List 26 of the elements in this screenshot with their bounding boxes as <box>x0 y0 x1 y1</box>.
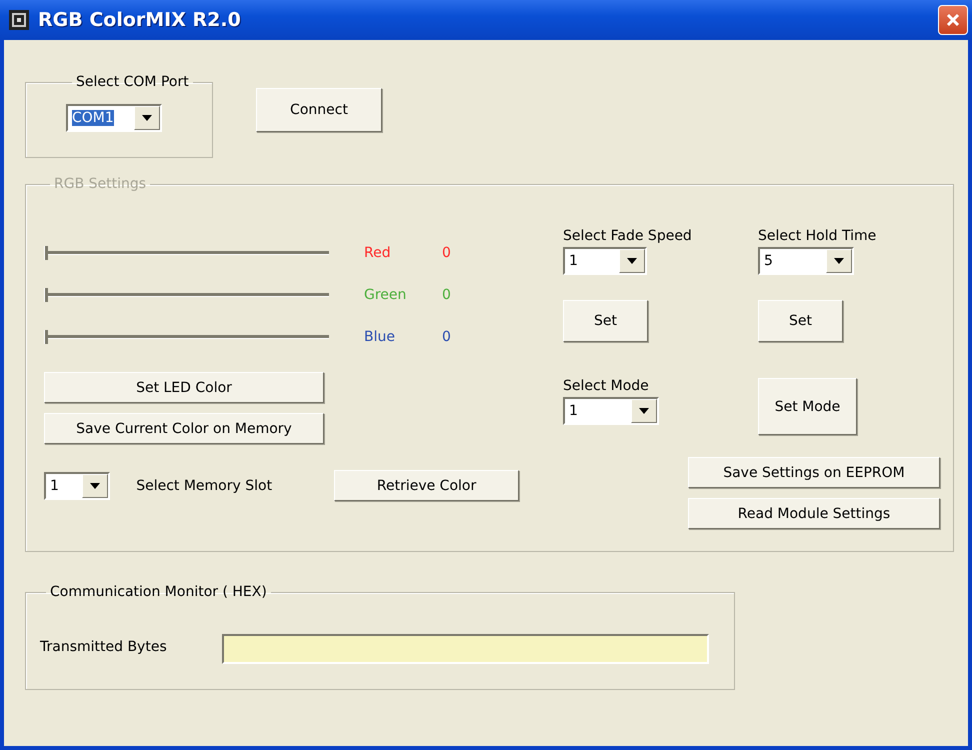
dropdown-arrow-icon <box>90 482 100 488</box>
close-button[interactable] <box>938 5 968 35</box>
field-label: Select Hold Time <box>758 228 876 244</box>
app-icon <box>8 9 30 31</box>
field-label: Select Mode <box>563 378 649 394</box>
transmitted-bytes-field[interactable] <box>222 634 709 664</box>
field-label: Select Fade Speed <box>563 228 692 244</box>
channel-label: Blue <box>364 329 396 345</box>
channel-label: Red <box>364 245 392 261</box>
window-title: RGB ColorMIX R2.0 <box>38 9 242 31</box>
memory-slot-label: Select Memory Slot <box>136 478 274 494</box>
dropdown-arrow-icon <box>834 258 844 264</box>
group-title: Communication Monitor ( HEX) <box>49 584 268 600</box>
connect-button[interactable]: Connect <box>256 88 382 132</box>
field-label: Transmitted Bytes <box>40 638 168 655</box>
dropdown-arrow-icon <box>142 115 152 121</box>
close-icon <box>946 13 960 27</box>
dropdown-arrow-icon <box>627 258 637 264</box>
channel-value: 0 <box>442 329 451 345</box>
channel-value: 0 <box>442 245 451 261</box>
dropdown[interactable]: COM1 <box>66 104 162 132</box>
group-title: RGB Settings <box>53 176 148 192</box>
channel-label: Green <box>364 287 408 303</box>
group-title: Select COM Port <box>75 74 190 90</box>
channel-value: 0 <box>442 287 451 303</box>
dropdown-arrow-icon <box>639 408 649 414</box>
